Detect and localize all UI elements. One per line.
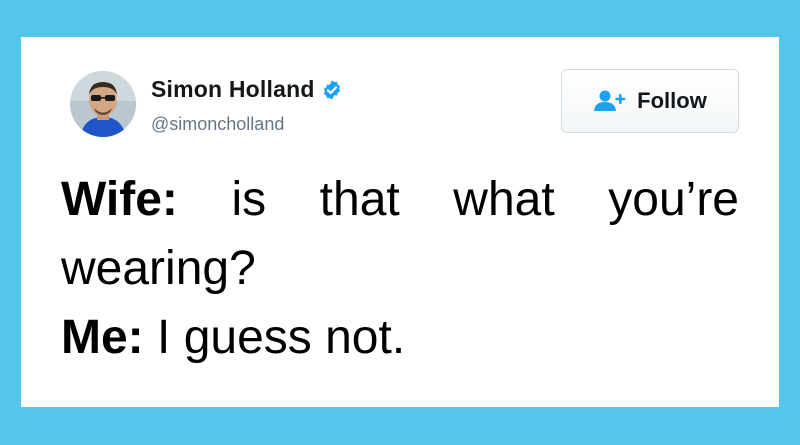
speaker-label: Me: — [61, 311, 144, 364]
tweet-line-2: wearing? — [61, 234, 739, 303]
display-name-text[interactable]: Simon Holland — [151, 76, 315, 103]
verified-badge-icon — [321, 79, 343, 101]
display-name[interactable]: Simon Holland — [151, 76, 343, 103]
speaker-label: Wife: — [61, 173, 178, 226]
user-handle[interactable]: @simoncholland — [151, 114, 284, 135]
avatar-photo — [70, 71, 136, 137]
add-user-icon — [593, 89, 627, 113]
line-text: is that what you’re — [231, 173, 739, 226]
line-text: wearing? — [61, 242, 256, 295]
avatar[interactable] — [70, 71, 136, 137]
tweet-text: Wife: is that what you’re wearing? Me: I… — [61, 165, 739, 372]
tweet-card: Simon Holland @simoncholland Follow Wife… — [21, 37, 779, 407]
tweet-line-3: Me: I guess not. — [61, 303, 739, 372]
line-text: I guess not. — [157, 311, 406, 364]
follow-button-label: Follow — [637, 88, 707, 113]
tweet-line-1: Wife: is that what you’re — [61, 165, 739, 234]
follow-button[interactable]: Follow — [561, 69, 739, 133]
